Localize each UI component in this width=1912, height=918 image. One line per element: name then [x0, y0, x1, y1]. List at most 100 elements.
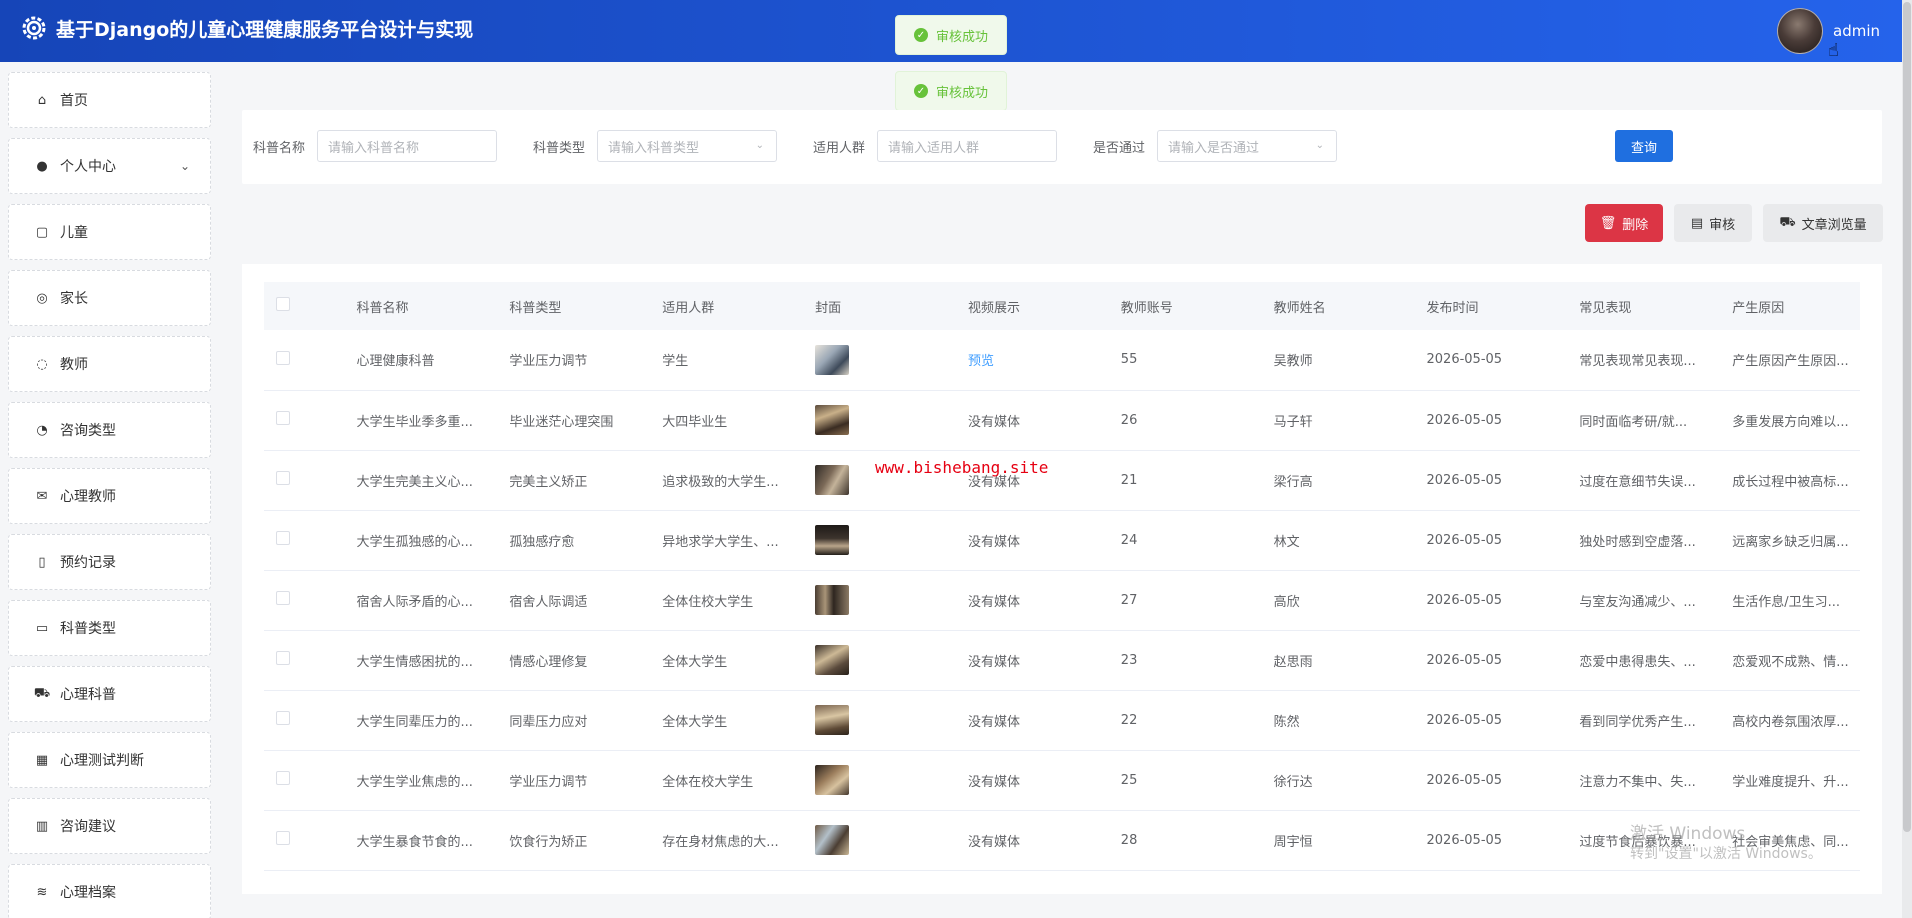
sidebar-item-psych-tests[interactable]: ▦ 心理测试判断	[8, 732, 211, 788]
office-icon: ▥	[35, 818, 49, 834]
success-check-icon: ✓	[913, 84, 928, 98]
row-checkbox[interactable]	[276, 471, 290, 485]
row-checkbox[interactable]	[276, 831, 290, 845]
cart-icon: ⛟	[33, 685, 51, 701]
cell-type: 学业压力调节	[497, 330, 651, 391]
cell-audience: 追求极致的大学生...	[650, 450, 804, 511]
sidebar-item-psych-teachers[interactable]: ✉ 心理教师	[8, 468, 211, 524]
column-header[interactable]: 产生原因	[1720, 282, 1860, 330]
cell-audience: 全体大学生	[650, 630, 804, 691]
audience-input[interactable]: 请输入适用人群	[877, 130, 1058, 162]
parent-icon: ◎	[36, 290, 48, 306]
sidebar-item-science-types[interactable]: ▭ 科普类型	[8, 600, 211, 656]
table-row[interactable]: 大学生毕业季多重... 毕业迷茫心理突围 大四毕业生 没有媒体 26 马子轩 2…	[264, 390, 1860, 451]
row-checkbox[interactable]	[276, 771, 290, 785]
success-check-icon: ✓	[913, 28, 928, 42]
column-header[interactable]: 常见表现	[1567, 282, 1721, 330]
cell-video: 没有媒体	[955, 690, 1109, 751]
sidebar-item-profile[interactable]: ● 个人中心 ⌄	[8, 138, 211, 194]
cell-type: 情感心理修复	[497, 630, 651, 691]
cover-image[interactable]	[815, 344, 850, 375]
cell-video: 没有媒体	[955, 510, 1109, 571]
cell-video: 没有媒体	[955, 750, 1109, 811]
cell-symptom: 恋爱中患得患失、...	[1567, 630, 1721, 691]
cell-cause: 学业难度提升、升...	[1720, 750, 1860, 811]
cover-image[interactable]	[815, 645, 850, 675]
cover-image[interactable]	[815, 705, 850, 735]
cover-image[interactable]	[815, 525, 850, 555]
row-checkbox[interactable]	[276, 411, 290, 425]
scrollbar-thumb[interactable]	[1903, 2, 1911, 832]
sidebar-item-label: 家长	[60, 291, 88, 307]
row-checkbox[interactable]	[276, 711, 290, 725]
cell-audience: 存在身材焦虑的大...	[650, 810, 804, 871]
video-preview-link[interactable]: 预览	[968, 354, 994, 369]
row-checkbox[interactable]	[276, 531, 290, 545]
table-row[interactable]: 宿舍人际矛盾的心... 宿舍人际调适 全体住校大学生 没有媒体 27 高欣 20…	[264, 570, 1860, 631]
column-header[interactable]: 适用人群	[650, 282, 804, 330]
sidebar-item-home[interactable]: ⌂ 首页	[8, 72, 211, 128]
article-views-button[interactable]: ⛟ 文章浏览量	[1763, 204, 1883, 242]
sidebar-item-psych-archives[interactable]: ≋ 心理档案	[8, 864, 211, 918]
cell-video: 没有媒体	[955, 810, 1109, 871]
passed-select[interactable]: 请输入是否通过 ⌄	[1157, 130, 1338, 162]
notebook-icon: ▯	[38, 554, 46, 570]
row-checkbox[interactable]	[276, 350, 290, 365]
sidebar-item-children[interactable]: ▢ 儿童	[8, 204, 211, 260]
row-select-cell	[264, 510, 345, 571]
column-header[interactable]: 科普类型	[497, 282, 651, 330]
query-button[interactable]: 查询	[1615, 130, 1673, 162]
table-row[interactable]: 大学生暴食节食的... 饮食行为矫正 存在身材焦虑的大... 没有媒体 28 周…	[264, 810, 1860, 871]
column-header[interactable]: 科普名称	[344, 282, 498, 330]
select-all-checkbox[interactable]	[276, 297, 290, 311]
cell-teacher: 林文	[1261, 510, 1415, 571]
cell-type: 孤独感疗愈	[497, 510, 651, 571]
data-table: 科普名称 科普类型 适用人群 封面 视频展示 教师账号 教师姓名 发布时间 常见…	[264, 282, 1860, 871]
row-checkbox[interactable]	[276, 591, 290, 605]
cover-image[interactable]	[815, 825, 850, 855]
sidebar-item-appointments[interactable]: ▯ 预约记录	[8, 534, 211, 590]
delete-button[interactable]: 🗑 删除	[1585, 204, 1663, 242]
windows-activation-hint: 转到"设置"以激活 Windows。	[1630, 846, 1822, 862]
table-row[interactable]: 大学生孤独感的心... 孤独感疗愈 异地求学大学生、... 没有媒体 24 林文…	[264, 510, 1860, 571]
column-header[interactable]: 教师账号	[1108, 282, 1262, 330]
table-row[interactable]: 心理健康科普 学业压力调节 学生 预览 55 吴教师 2026-05-05 常见…	[264, 330, 1860, 391]
cell-audience: 学生	[650, 330, 804, 391]
page-scrollbar[interactable]	[1902, 0, 1912, 918]
table-row[interactable]: 大学生完美主义心... 完美主义矫正 追求极致的大学生... 没有媒体 21 梁…	[264, 450, 1860, 511]
row-checkbox[interactable]	[276, 651, 290, 665]
table-row[interactable]: 大学生学业焦虑的... 学业压力调节 全体在校大学生 没有媒体 25 徐行达 2…	[264, 750, 1860, 811]
cell-type: 学业压力调节	[497, 750, 651, 811]
table-row[interactable]: 大学生同辈压力的... 同辈压力应对 全体大学生 没有媒体 22 陈然 2026…	[264, 690, 1860, 751]
table-row[interactable]: 大学生情感困扰的... 情感心理修复 全体大学生 没有媒体 23 赵思雨 202…	[264, 630, 1860, 691]
delete-label: 删除	[1622, 217, 1649, 233]
stats-label: 文章浏览量	[1801, 217, 1867, 233]
column-header[interactable]: 封面	[803, 282, 956, 330]
name-input[interactable]: 请输入科普名称	[317, 130, 498, 162]
column-header[interactable]: 发布时间	[1414, 282, 1568, 330]
sidebar-item-label: 预约记录	[60, 555, 116, 571]
success-toast: ✓ 审核成功	[895, 15, 1007, 55]
avatar[interactable]	[1777, 8, 1823, 54]
sidebar-item-psych-science[interactable]: ⛟ 心理科普	[8, 666, 211, 722]
cover-image[interactable]	[815, 465, 850, 495]
cell-cover	[803, 630, 956, 691]
column-header[interactable]: 视频展示	[955, 282, 1109, 330]
cover-image[interactable]	[815, 405, 850, 435]
cell-name: 大学生毕业季多重...	[344, 390, 498, 451]
sidebar-item-teachers[interactable]: ◌ 教师	[8, 336, 211, 392]
column-header[interactable]: 教师姓名	[1261, 282, 1415, 330]
sidebar-item-consult-types[interactable]: ◔ 咨询类型	[8, 402, 211, 458]
username[interactable]: admin	[1833, 22, 1880, 40]
audit-button[interactable]: ▤ 审核	[1674, 204, 1752, 242]
search-field-passed: 是否通过 请输入是否通过 ⌄	[1093, 130, 1338, 162]
select-all-cell	[264, 282, 345, 330]
cell-cause: 多重发展方向难以...	[1720, 390, 1860, 451]
type-select[interactable]: 请输入科普类型 ⌄	[597, 130, 778, 162]
cover-image[interactable]	[815, 585, 850, 615]
sidebar: ⌂ 首页 ● 个人中心 ⌄ ▢ 儿童 ◎ 家长 ◌ 教师 ◔ 咨询类型 ✉ 心理教师 ▯ 预约记录…	[8, 72, 211, 918]
toast-message: 审核成功	[935, 85, 988, 101]
sidebar-item-parents[interactable]: ◎ 家长	[8, 270, 211, 326]
sidebar-item-consult-advice[interactable]: ▥ 咨询建议	[8, 798, 211, 854]
cover-image[interactable]	[815, 765, 850, 795]
